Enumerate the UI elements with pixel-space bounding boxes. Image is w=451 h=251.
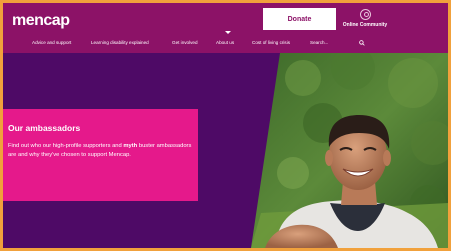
- mencap-logo[interactable]: mencap: [12, 12, 70, 30]
- nav-cost-of-living-crisis[interactable]: Cost of living crisis: [252, 40, 290, 45]
- ambassadors-title: Our ambassadors: [8, 123, 81, 133]
- nav-search[interactable]: Search...: [310, 40, 328, 45]
- user-circle-icon: [359, 9, 371, 20]
- main-nav: Advice and support Learning disability e…: [3, 37, 448, 51]
- online-community-link[interactable]: Online Community: [337, 7, 393, 33]
- ambassadors-description: Find out who our high-profile supporters…: [8, 142, 193, 159]
- nav-get-involved[interactable]: Get involved: [172, 40, 198, 45]
- search-icon[interactable]: [359, 40, 365, 46]
- nav-learning-disability-explained[interactable]: Learning disability explained: [91, 40, 149, 45]
- caret-down-icon: [225, 31, 231, 34]
- ambassadors-card[interactable]: Our ambassadors Find out who our high-pr…: [3, 109, 198, 201]
- page-frame: mencap Donate Online Community Advice an…: [3, 3, 448, 248]
- donate-button[interactable]: Donate: [263, 8, 336, 30]
- hero-banner: Our ambassadors Find out who our high-pr…: [3, 53, 448, 248]
- description-text-bold: myth: [123, 143, 138, 149]
- nav-advice-and-support[interactable]: Advice and support: [32, 40, 71, 45]
- description-text-start: Find out who our high-profile supporters…: [8, 143, 122, 149]
- nav-about-us[interactable]: About us: [216, 40, 234, 45]
- site-header: mencap Donate Online Community Advice an…: [3, 3, 448, 53]
- online-community-label: Online Community: [342, 22, 388, 28]
